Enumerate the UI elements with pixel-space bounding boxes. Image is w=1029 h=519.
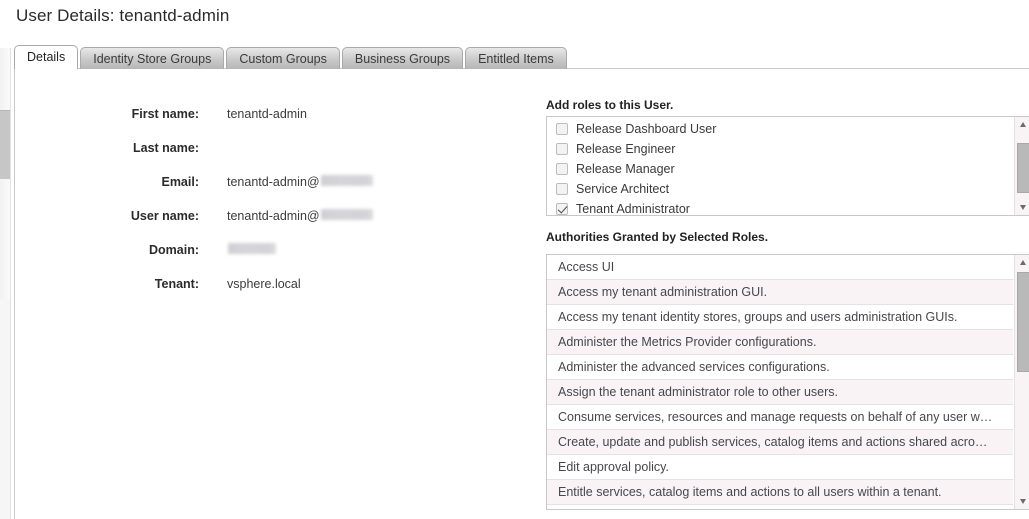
role-label: Tenant Administrator — [576, 202, 690, 216]
authority-row[interactable]: Create, update and publish services, cat… — [547, 430, 1013, 455]
field-label: Last name: — [133, 141, 199, 155]
redacted-value — [320, 175, 373, 186]
checkbox-icon[interactable] — [556, 143, 568, 155]
scrollbar-track-upper[interactable] — [0, 48, 10, 110]
tab-details[interactable]: Details — [14, 45, 79, 69]
add-roles-label: Add roles to this User. — [546, 98, 674, 112]
scrollbar-track-lower[interactable] — [0, 179, 10, 299]
tab-bar: Details Identity Store Groups Custom Group… — [14, 45, 569, 69]
authorities-list: Access UI Access my tenant administration… — [547, 255, 1013, 505]
field-value: vsphere.local — [199, 277, 301, 291]
roles-and-authorities-column: Add roles to this User. Release Dashboar… — [546, 98, 1029, 510]
tab-custom-groups[interactable]: Custom Groups — [226, 47, 340, 69]
authority-row[interactable]: Edit approval policy. — [547, 455, 1013, 480]
field-value: tenantd-admin@ — [199, 175, 373, 189]
scroll-up-arrow-icon[interactable] — [1015, 255, 1029, 270]
authority-row[interactable]: Access my tenant administration GUI. — [547, 280, 1013, 305]
role-item[interactable]: Release Manager — [547, 159, 1013, 179]
authority-row[interactable]: Administer the Metrics Provider configur… — [547, 330, 1013, 355]
scroll-down-arrow-icon[interactable] — [1015, 494, 1029, 509]
field-label: User name: — [130, 209, 199, 223]
form-row: First name: tenantd-admin — [15, 107, 435, 141]
field-label: Email: — [161, 175, 199, 189]
role-item[interactable]: Tenant Administrator — [547, 199, 1013, 216]
field-label: Domain: — [149, 243, 199, 257]
roles-vertical-scrollbar[interactable] — [1014, 117, 1029, 215]
authority-row[interactable]: Consume services, resources and manage r… — [547, 405, 1013, 430]
checkbox-icon[interactable] — [556, 123, 568, 135]
details-panel: First name: tenantd-admin Last name: Email:… — [14, 68, 1029, 519]
role-item[interactable]: Release Dashboard User — [547, 119, 1013, 139]
roles-list: Release Dashboard User Release Engineer Re… — [547, 117, 1013, 216]
field-value-text: tenantd-admin@ — [227, 209, 320, 223]
authorities-vertical-scrollbar[interactable] — [1014, 255, 1029, 509]
role-item[interactable]: Release Engineer — [547, 139, 1013, 159]
roles-listbox[interactable]: Release Dashboard User Release Engineer Re… — [546, 116, 1029, 216]
scrollbar-thumb[interactable] — [0, 110, 10, 180]
page-title: User Details: tenantd-admin — [16, 6, 230, 25]
checkbox-icon[interactable] — [556, 183, 568, 195]
form-row: User name: tenantd-admin@ — [15, 209, 435, 243]
field-value-text: vsphere.local — [227, 277, 301, 291]
role-label: Service Architect — [576, 182, 670, 196]
form-row: Domain: — [15, 243, 435, 277]
roles-scrollbar-thumb[interactable] — [1017, 143, 1029, 193]
tab-entitled-items[interactable]: Entitled Items — [465, 47, 567, 69]
authority-row[interactable]: Access UI — [547, 255, 1013, 280]
role-label: Release Manager — [576, 162, 675, 176]
authorities-listbox[interactable]: Access UI Access my tenant administration… — [546, 254, 1029, 510]
authority-row[interactable]: Access my tenant identity stores, groups… — [547, 305, 1013, 330]
checkbox-icon[interactable] — [556, 203, 568, 215]
authority-row[interactable]: Administer the advanced services configu… — [547, 355, 1013, 380]
field-value: tenantd-admin@ — [199, 209, 373, 223]
role-item[interactable]: Service Architect — [547, 179, 1013, 199]
user-details-form: First name: tenantd-admin Last name: Email:… — [15, 107, 435, 311]
authorities-scrollbar-thumb[interactable] — [1017, 272, 1029, 372]
field-label: Tenant: — [154, 277, 199, 291]
authority-row[interactable]: Entitle services, catalog items and acti… — [547, 480, 1013, 505]
form-row: Tenant: vsphere.local — [15, 277, 435, 311]
role-label: Release Dashboard User — [576, 122, 717, 136]
redacted-value — [320, 209, 373, 220]
page-vertical-scrollbar[interactable] — [0, 48, 11, 519]
scroll-down-arrow-icon[interactable] — [1015, 200, 1029, 215]
authorities-label: Authorities Granted by Selected Roles. — [546, 230, 769, 244]
field-value: tenantd-admin — [199, 107, 307, 121]
field-value-text: tenantd-admin — [227, 107, 307, 121]
field-label: First name: — [131, 107, 199, 121]
role-label: Release Engineer — [576, 142, 676, 156]
field-value-text: tenantd-admin@ — [227, 175, 320, 189]
checkbox-icon[interactable] — [556, 163, 568, 175]
tab-business-groups[interactable]: Business Groups — [341, 47, 464, 69]
form-row: Email: tenantd-admin@ — [15, 175, 435, 209]
field-value — [199, 243, 276, 254]
tab-identity-store-groups[interactable]: Identity Store Groups — [80, 47, 225, 69]
redacted-value — [228, 243, 276, 254]
form-row: Last name: — [15, 141, 435, 175]
scroll-up-arrow-icon[interactable] — [1015, 117, 1029, 132]
authority-row[interactable]: Assign the tenant administrator role to … — [547, 380, 1013, 405]
